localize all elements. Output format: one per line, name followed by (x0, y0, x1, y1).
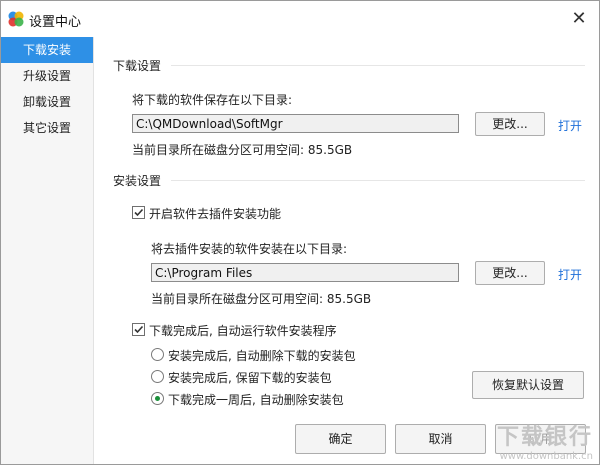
option-delete-after-install-label: 安装完成后, 自动删除下载的安装包 (168, 349, 356, 363)
title-bar: 设置中心 ✕ (1, 1, 599, 37)
download-change-button[interactable]: 更改... (475, 112, 545, 136)
window-title: 设置中心 (29, 15, 82, 30)
watermark-url: www.downbank.cn (499, 451, 593, 462)
download-free-space: 当前目录所在磁盘分区可用空间: 85.5GB (132, 143, 353, 157)
option-delete-after-install-radio[interactable] (151, 348, 164, 361)
cancel-button[interactable]: 取消 (395, 424, 486, 454)
auto-run-label: 下载完成后, 自动运行软件安装程序 (149, 324, 337, 338)
ok-button[interactable]: 确定 (295, 424, 386, 454)
install-section-title: 安装设置 (113, 174, 162, 188)
plugin-free-label: 开启软件去插件安装功能 (149, 207, 282, 221)
install-open-link[interactable]: 打开 (558, 266, 582, 283)
auto-run-checkbox[interactable] (132, 323, 145, 336)
option-keep-package-label: 安装完成后, 保留下载的安装包 (168, 371, 332, 385)
install-free-space: 当前目录所在磁盘分区可用空间: 85.5GB (151, 292, 372, 306)
sidebar-item-download-install[interactable]: 下载安装 (1, 37, 93, 63)
app-logo-icon (8, 11, 24, 27)
section-divider (171, 180, 585, 181)
restore-defaults-button[interactable]: 恢复默认设置 (472, 371, 584, 399)
install-change-button[interactable]: 更改... (475, 261, 545, 285)
download-open-link[interactable]: 打开 (558, 117, 582, 134)
sidebar-item-uninstall[interactable]: 卸载设置 (1, 89, 93, 115)
section-divider (171, 65, 585, 66)
watermark-text: 下载银行 (496, 425, 593, 450)
plugin-free-checkbox[interactable] (132, 206, 145, 219)
close-icon[interactable]: ✕ (569, 9, 589, 29)
settings-window: 设置中心 ✕ 下载安装 升级设置 卸载设置 其它设置 下载设置 将下载的软件保存… (0, 0, 600, 465)
install-path-field[interactable]: C:\Program Files (151, 263, 459, 282)
sidebar: 下载安装 升级设置 卸载设置 其它设置 (1, 37, 94, 464)
download-section-title: 下载设置 (113, 59, 162, 73)
download-path-field[interactable]: C:\QMDownload\SoftMgr (132, 114, 459, 133)
install-dir-label: 将去插件安装的软件安装在以下目录: (151, 242, 348, 256)
save-dir-label: 将下载的软件保存在以下目录: (132, 93, 293, 107)
sidebar-item-other[interactable]: 其它设置 (1, 115, 93, 141)
option-delete-after-week-label: 下载完成一周后, 自动删除安装包 (168, 393, 344, 407)
checkmark-icon (134, 325, 144, 334)
option-delete-after-week-radio[interactable] (151, 392, 164, 405)
checkmark-icon (134, 208, 144, 217)
watermark: 下载银行 www.downbank.cn (497, 419, 593, 462)
option-keep-package-radio[interactable] (151, 370, 164, 383)
sidebar-item-upgrade[interactable]: 升级设置 (1, 63, 93, 89)
